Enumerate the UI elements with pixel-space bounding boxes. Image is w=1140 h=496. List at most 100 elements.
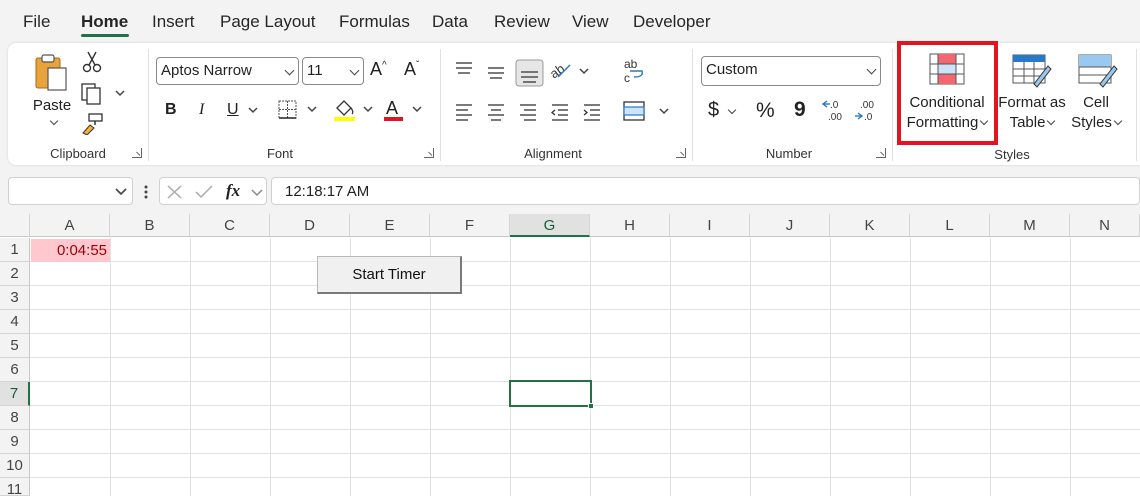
active-tab-underline bbox=[81, 34, 129, 37]
font-size-select[interactable]: 11 bbox=[302, 57, 364, 85]
font-launcher-icon[interactable] bbox=[424, 148, 434, 158]
merge-center-icon[interactable] bbox=[622, 99, 678, 123]
chevron-down-icon[interactable] bbox=[250, 187, 264, 199]
format-painter-icon[interactable] bbox=[80, 113, 104, 136]
increase-decimal-icon[interactable]: .0.00 bbox=[821, 97, 847, 123]
font-name-value: Aptos Narrow bbox=[161, 62, 252, 79]
gridline bbox=[510, 238, 511, 496]
copy-icon[interactable] bbox=[80, 83, 130, 105]
format-as-table-icon bbox=[1012, 54, 1052, 88]
cell-styles-label-1: Cell bbox=[1083, 94, 1109, 111]
start-timer-button[interactable]: Start Timer bbox=[317, 256, 462, 294]
chevron-down-icon bbox=[727, 105, 737, 115]
horizontal-alignment-icons bbox=[454, 101, 604, 123]
more-options-icon[interactable] bbox=[144, 184, 148, 200]
row-header[interactable]: 9 bbox=[0, 430, 30, 454]
italic-button[interactable]: I bbox=[199, 101, 204, 119]
cell-a1[interactable]: 0:04:55 bbox=[31, 239, 110, 262]
number-format-select[interactable]: Custom bbox=[701, 56, 881, 86]
borders-icon[interactable] bbox=[276, 99, 330, 121]
chevron-down-icon bbox=[1047, 116, 1056, 126]
wrap-text-icon[interactable]: ab c bbox=[622, 57, 646, 85]
gridline bbox=[270, 238, 271, 496]
column-header[interactable]: K bbox=[830, 214, 910, 237]
decrease-font-size-icon[interactable]: Aˇ bbox=[404, 59, 419, 80]
gridline bbox=[670, 238, 671, 496]
tab-file[interactable]: File bbox=[23, 12, 50, 32]
fill-handle[interactable] bbox=[588, 403, 594, 409]
name-box[interactable] bbox=[8, 177, 133, 205]
chevron-down-icon bbox=[349, 65, 360, 76]
column-header[interactable]: A bbox=[30, 214, 110, 237]
number-launcher-icon[interactable] bbox=[876, 148, 886, 158]
tab-developer[interactable]: Developer bbox=[633, 12, 711, 32]
formula-input[interactable]: 12:18:17 AM bbox=[271, 177, 1140, 205]
cell-styles-label-2: Styles bbox=[1071, 114, 1112, 131]
ribbon-tabs: File Home Insert Page Layout Formulas Da… bbox=[0, 0, 1140, 44]
row-header-selected[interactable]: 7 bbox=[0, 382, 30, 406]
clipboard-launcher-icon[interactable] bbox=[132, 148, 142, 158]
percent-button[interactable]: % bbox=[756, 99, 775, 123]
alignment-launcher-icon[interactable] bbox=[676, 148, 686, 158]
vertical-alignment-icons: ab bbox=[454, 59, 604, 87]
svg-text:.00: .00 bbox=[828, 112, 842, 123]
select-all-corner[interactable] bbox=[0, 214, 30, 237]
bold-button[interactable]: B bbox=[165, 101, 177, 119]
chevron-down-icon bbox=[1113, 116, 1123, 126]
column-header-selected[interactable]: G bbox=[510, 214, 590, 237]
format-as-table-button[interactable]: Format as Table bbox=[995, 93, 1069, 133]
comma-style-button[interactable]: 9 bbox=[794, 98, 806, 122]
gridline bbox=[910, 238, 911, 496]
increase-font-size-icon[interactable]: A^ bbox=[370, 59, 387, 80]
tab-home[interactable]: Home bbox=[81, 12, 128, 32]
row-header[interactable]: 3 bbox=[0, 286, 30, 310]
column-header[interactable]: D bbox=[270, 214, 350, 237]
row-header[interactable]: 6 bbox=[0, 358, 30, 382]
decrease-decimal-icon[interactable]: .00.0 bbox=[854, 97, 880, 123]
insert-function-button[interactable]: fx bbox=[226, 181, 240, 201]
gridline bbox=[30, 453, 1140, 454]
chevron-down-icon[interactable] bbox=[246, 103, 260, 117]
tab-review[interactable]: Review bbox=[494, 12, 550, 32]
row-header[interactable]: 8 bbox=[0, 406, 30, 430]
worksheet-grid[interactable]: A B C D E F G H I J K L M N 1 2 3 4 5 6 … bbox=[0, 214, 1140, 496]
column-header[interactable]: C bbox=[190, 214, 270, 237]
cancel-icon[interactable] bbox=[166, 184, 184, 200]
column-header[interactable]: M bbox=[990, 214, 1070, 237]
column-header[interactable]: E bbox=[350, 214, 430, 237]
styles-group-label: Styles bbox=[994, 147, 1030, 162]
gridline bbox=[590, 238, 591, 496]
paste-icon[interactable] bbox=[32, 53, 72, 95]
paste-button[interactable]: Paste bbox=[30, 97, 74, 131]
row-header[interactable]: 11 bbox=[0, 478, 30, 496]
fill-color-icon[interactable] bbox=[332, 97, 380, 123]
column-header[interactable]: F bbox=[430, 214, 510, 237]
column-header[interactable]: B bbox=[110, 214, 190, 237]
group-divider bbox=[148, 49, 149, 161]
chevron-down-icon bbox=[284, 65, 295, 76]
column-header[interactable]: I bbox=[670, 214, 750, 237]
font-name-select[interactable]: Aptos Narrow bbox=[156, 57, 299, 85]
font-color-icon[interactable]: A bbox=[382, 97, 430, 123]
formula-bar: fx 12:18:17 AM bbox=[0, 172, 1140, 212]
row-header[interactable]: 10 bbox=[0, 454, 30, 478]
underline-button[interactable]: U bbox=[227, 101, 239, 119]
tab-data[interactable]: Data bbox=[432, 12, 468, 32]
cut-icon[interactable] bbox=[82, 51, 102, 73]
tab-insert[interactable]: Insert bbox=[152, 12, 195, 32]
tab-formulas[interactable]: Formulas bbox=[339, 12, 410, 32]
active-cell-g7[interactable] bbox=[509, 380, 592, 407]
row-header[interactable]: 2 bbox=[0, 262, 30, 286]
row-header[interactable]: 5 bbox=[0, 334, 30, 358]
column-header[interactable]: J bbox=[750, 214, 830, 237]
cell-styles-button[interactable]: Cell Styles bbox=[1068, 93, 1124, 133]
enter-icon[interactable] bbox=[194, 184, 214, 200]
column-header[interactable]: L bbox=[910, 214, 990, 237]
tab-view[interactable]: View bbox=[572, 12, 609, 32]
tab-page-layout[interactable]: Page Layout bbox=[220, 12, 315, 32]
column-header[interactable]: H bbox=[590, 214, 670, 237]
row-header[interactable]: 4 bbox=[0, 310, 30, 334]
row-header[interactable]: 1 bbox=[0, 238, 30, 262]
currency-button[interactable]: $ bbox=[708, 99, 737, 122]
column-header[interactable]: N bbox=[1070, 214, 1140, 237]
